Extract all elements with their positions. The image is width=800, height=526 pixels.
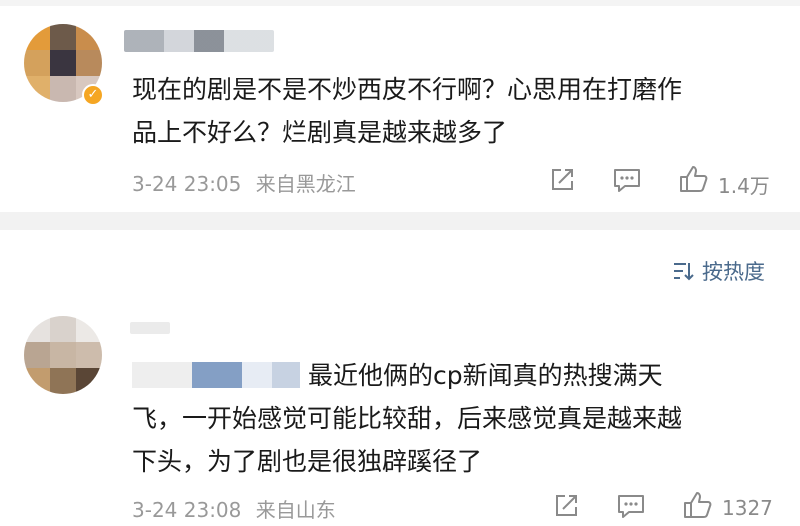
comment-icon[interactable]	[616, 492, 646, 520]
comment-text-line: 现在的剧是不是不炒西皮不行啊？心思用在打磨作	[132, 75, 683, 104]
comment-time: 3-24 23:05	[132, 172, 242, 196]
share-icon[interactable]	[548, 166, 576, 194]
comment-meta: 3-24 23:08 来自山东	[132, 494, 336, 523]
comment-text-line: 品上不好么？烂剧真是越来越多了	[132, 118, 508, 147]
comment-text: 飞，一开始感觉可能比较甜，后来感觉真是越来越 下头，为了剧也是很独辟蹊径了	[132, 397, 682, 483]
like-icon[interactable]	[682, 490, 714, 520]
comment-icon[interactable]	[612, 166, 642, 194]
comment-text-line: 下头，为了剧也是很独辟蹊径了	[132, 447, 483, 476]
like-icon[interactable]	[678, 164, 710, 194]
username-blurred[interactable]	[124, 30, 274, 52]
comment-text-line: 最近他俩的cp新闻真的热搜满天	[308, 361, 663, 390]
username-blurred[interactable]	[130, 322, 170, 334]
comment-time: 3-24 23:08	[132, 498, 242, 522]
sort-icon	[674, 263, 694, 281]
comment-text: 最近他俩的cp新闻真的热搜满天	[308, 354, 663, 397]
sort-label: 按热度	[702, 260, 765, 284]
comment-meta: 3-24 23:05 来自黑龙江	[132, 168, 356, 197]
share-icon[interactable]	[552, 492, 580, 520]
like-count: 1.4万	[718, 174, 770, 198]
top-divider	[0, 0, 800, 6]
like-count: 1327	[722, 496, 773, 520]
section-divider	[0, 212, 800, 230]
comment-location: 来自黑龙江	[255, 172, 356, 196]
comment-text: 现在的剧是不是不炒西皮不行啊？心思用在打磨作 品上不好么？烂剧真是越来越多了	[132, 68, 682, 154]
comment-text-line: 飞，一开始感觉可能比较甜，后来感觉真是越来越	[132, 404, 683, 433]
comment-location: 来自山东	[255, 498, 336, 522]
avatar[interactable]	[24, 316, 102, 394]
sort-button[interactable]: 按热度	[672, 256, 765, 286]
mentioned-user-blurred[interactable]	[132, 362, 300, 388]
verified-check-icon: ✓	[82, 84, 104, 106]
